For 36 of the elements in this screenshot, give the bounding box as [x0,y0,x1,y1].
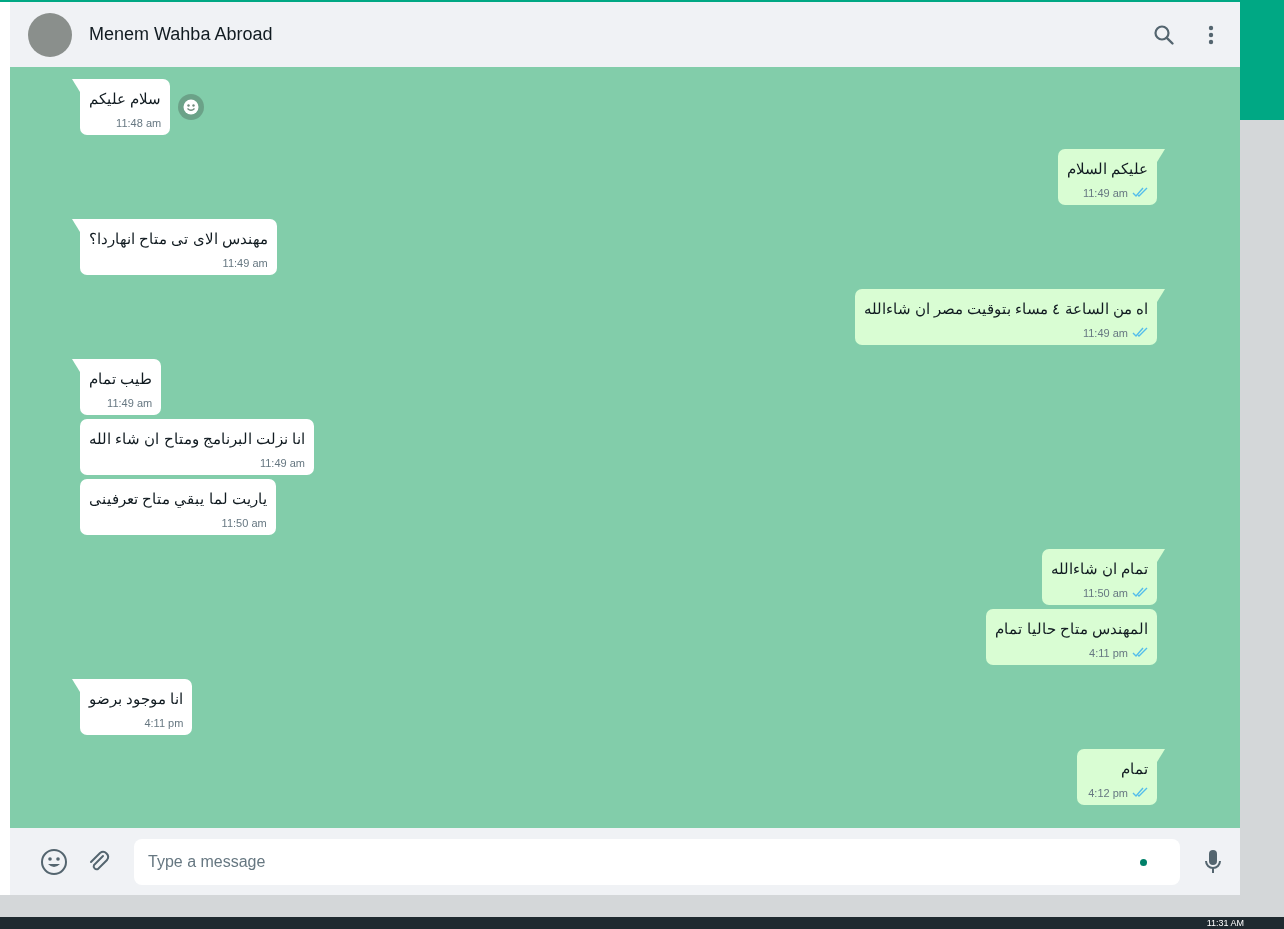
message-time: 11:50 am [221,515,267,531]
message-time: 11:49 am [259,455,305,471]
message-time: 11:49 am [107,395,153,411]
message-text: انا نزلت البرنامج ومتاح ان شاء الله [89,429,305,450]
bubble-tail [72,219,80,232]
message-time: 4:12 pm [1088,785,1128,801]
message-time: 11:49 am [1082,325,1128,341]
message-text: سلام عليكم [89,89,162,110]
avatar-photo-placeholder[interactable] [28,12,72,57]
message-text: المهندس متاح حاليا تمام [995,619,1148,640]
message-text: ياريت لما يبقي متاح تعرفينى [89,489,267,510]
status-dot-icon [1140,858,1147,866]
bubble-tail [1157,289,1165,302]
message-time: 4:11 pm [144,715,184,731]
bubble-tail [1157,549,1165,562]
message-text: عليكم السلام [1066,159,1148,180]
message-time: 11:49 am [222,255,268,271]
message-text: اه من الساعة ٤ مساء بتوقيت مصر ان شاءالله [863,299,1148,320]
message-text: تمام ان شاءالله [1050,559,1148,580]
bubble-tail [72,359,80,372]
message-time: 11:49 am [1082,185,1128,201]
bubble-tail [1157,749,1165,762]
message-time: 11:50 am [1082,585,1128,601]
bubble-tail [1157,149,1165,162]
bubble-tail [72,79,80,92]
message-time: 4:11 pm [1089,645,1128,661]
message-text: طيب تمام [89,369,153,390]
message-input-field[interactable]: Type a message [134,838,1180,885]
message-text: مهندس الاى تى متاح انهاردا؟ [89,229,268,250]
bubble-tail [72,679,80,692]
emoji-reaction-button[interactable] [178,94,205,120]
message-text: تمام [1120,759,1148,780]
contact-name[interactable]: Menem Wahba Abroad [89,21,273,48]
message-time: 11:48 am [116,115,162,131]
taskbar-clock: 11:31 AM [1206,918,1244,928]
message-text: انا موجود برضو [89,689,184,710]
